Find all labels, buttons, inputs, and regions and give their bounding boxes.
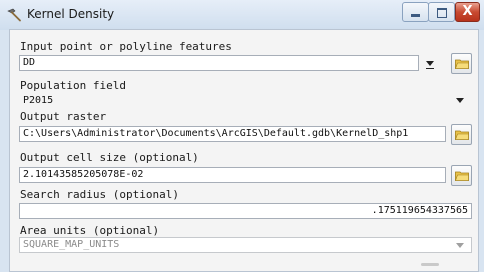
population-field-label: Population field: [20, 79, 126, 92]
input-features-dropdown-arrow[interactable]: [426, 61, 434, 66]
window-title: Kernel Density: [27, 7, 115, 21]
cell-size-label: Output cell size (optional): [20, 151, 199, 164]
area-units-label: Area units (optional): [20, 224, 160, 237]
input-features-combobox[interactable]: DD: [19, 55, 419, 71]
population-field-dropdown-arrow[interactable]: [456, 98, 464, 103]
area-units-select[interactable]: SQUARE_MAP_UNITS: [19, 237, 472, 253]
input-features-dropdown-underline: [426, 68, 434, 69]
folder-icon: [455, 59, 469, 69]
kernel-density-dialog: Kernel Density X Input point or polyline…: [0, 0, 484, 272]
close-button[interactable]: X: [455, 2, 480, 22]
output-raster-browse-button[interactable]: [451, 124, 472, 145]
population-field-select[interactable]: P2015: [19, 93, 469, 109]
minimize-button[interactable]: [402, 2, 429, 22]
cell-size-browse-button[interactable]: [451, 165, 472, 186]
title-bar[interactable]: Kernel Density X: [0, 0, 484, 30]
search-radius-input[interactable]: .175119654337565: [19, 203, 472, 219]
output-raster-label: Output raster: [20, 110, 107, 123]
input-features-label: Input point or polyline features: [20, 40, 232, 53]
area-units-dropdown-arrow[interactable]: [456, 243, 464, 248]
hammer-icon: [7, 8, 21, 22]
cell-size-input[interactable]: 2.10143585205078E-02: [19, 167, 446, 183]
folder-icon: [455, 130, 469, 140]
dialog-body: Input point or polyline features DD Popu…: [9, 29, 479, 272]
folder-icon: [455, 171, 469, 181]
close-icon: X: [462, 4, 473, 19]
scroll-hint: [421, 263, 439, 266]
input-features-browse-button[interactable]: [451, 53, 472, 74]
output-raster-input[interactable]: C:\Users\Administrator\Documents\ArcGIS\…: [19, 126, 446, 142]
search-radius-label: Search radius (optional): [20, 188, 179, 201]
maximize-button[interactable]: [428, 2, 455, 22]
